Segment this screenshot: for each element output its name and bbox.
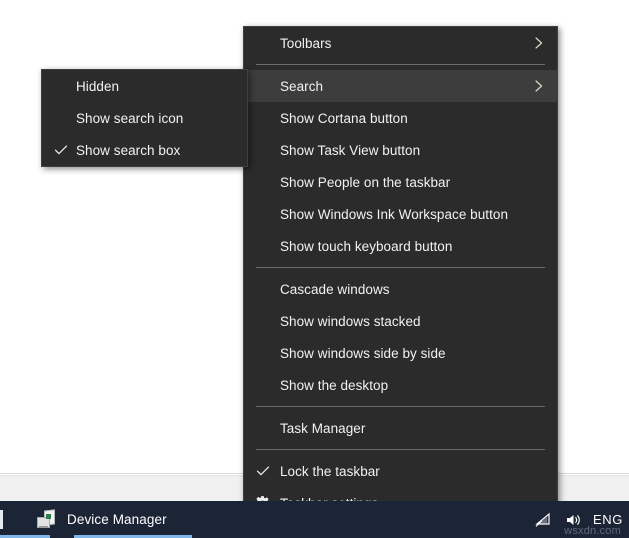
taskbar-context-menu[interactable]: Toolbars Search Show Cortana button Show Ta… (243, 26, 558, 520)
chevron-right-icon (533, 79, 545, 93)
device-manager-icon (36, 510, 58, 530)
menu-item-show-windows-ink-workspace-button[interactable]: Show Windows Ink Workspace button (244, 198, 557, 230)
menu-item-show-windows-side-by-side[interactable]: Show windows side by side (244, 337, 557, 369)
search-submenu[interactable]: Hidden Show search icon Show search box (41, 69, 248, 167)
menu-separator (256, 267, 545, 268)
volume-icon[interactable] (564, 511, 582, 529)
taskbar-task-label: Device Manager (67, 512, 167, 527)
menu-item-label: Show Cortana button (280, 111, 408, 126)
menu-item-label: Show the desktop (280, 378, 388, 393)
menu-item-label: Show People on the taskbar (280, 175, 450, 190)
menu-item-label: Hidden (76, 79, 119, 94)
start-button-edge[interactable] (0, 510, 3, 529)
menu-separator (256, 406, 545, 407)
menu-separator (256, 449, 545, 450)
menu-item-label: Show Task View button (280, 143, 420, 158)
menu-item-search[interactable]: Search (244, 70, 557, 102)
menu-item-label: Show touch keyboard button (280, 239, 452, 254)
menu-item-show-task-view-button[interactable]: Show Task View button (244, 134, 557, 166)
menu-item-show-windows-stacked[interactable]: Show windows stacked (244, 305, 557, 337)
menu-item-toolbars[interactable]: Toolbars (244, 27, 557, 59)
menu-item-show-cortana-button[interactable]: Show Cortana button (244, 102, 557, 134)
menu-item-label: Show windows side by side (280, 346, 446, 361)
menu-item-task-manager[interactable]: Task Manager (244, 412, 557, 444)
menu-item-label: Show Windows Ink Workspace button (280, 207, 508, 222)
check-icon (256, 464, 270, 478)
menu-item-label: Show windows stacked (280, 314, 421, 329)
chevron-right-icon (533, 36, 545, 50)
taskbar-task-device-manager[interactable]: Device Manager (28, 501, 177, 538)
menu-item-show-people-on-the-taskbar[interactable]: Show People on the taskbar (244, 166, 557, 198)
menu-item-hidden[interactable]: Hidden (42, 70, 247, 102)
menu-item-show-search-box[interactable]: Show search box (42, 134, 247, 166)
language-indicator[interactable]: ENG (593, 512, 623, 527)
menu-item-cascade-windows[interactable]: Cascade windows (244, 273, 557, 305)
menu-item-label: Cascade windows (280, 282, 390, 297)
menu-item-show-the-desktop[interactable]: Show the desktop (244, 369, 557, 401)
menu-item-lock-the-taskbar[interactable]: Lock the taskbar (244, 455, 557, 487)
menu-item-label: Task Manager (280, 421, 365, 436)
menu-item-label: Search (280, 79, 323, 94)
menu-separator (256, 64, 545, 65)
menu-item-label: Show search icon (76, 111, 183, 126)
taskbar[interactable]: Device Manager ENG wsxdn.com (0, 501, 629, 538)
menu-item-show-search-icon[interactable]: Show search icon (42, 102, 247, 134)
menu-item-show-touch-keyboard-button[interactable]: Show touch keyboard button (244, 230, 557, 262)
check-icon (54, 143, 68, 157)
network-icon[interactable] (535, 511, 553, 529)
menu-item-label: Toolbars (280, 36, 331, 51)
system-tray[interactable]: ENG (535, 501, 623, 538)
menu-item-label: Show search box (76, 143, 180, 158)
menu-item-label: Lock the taskbar (280, 464, 380, 479)
